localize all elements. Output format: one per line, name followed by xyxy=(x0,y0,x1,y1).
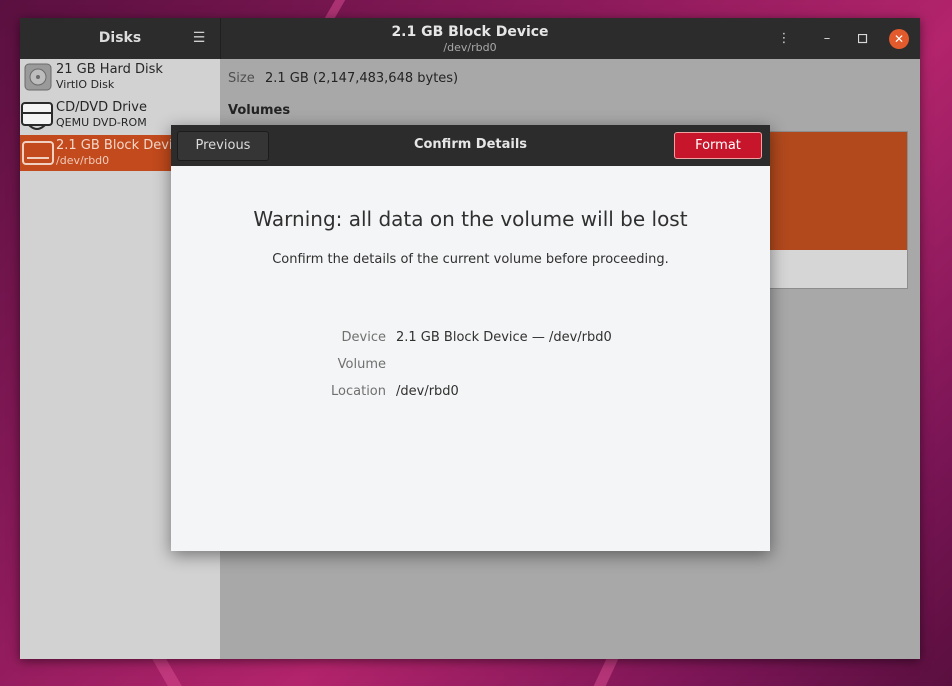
disk-name: 21 GB Hard Disk xyxy=(56,62,163,77)
sidebar-item-hard-disk[interactable]: 21 GB Hard Disk VirtIO Disk xyxy=(20,59,220,95)
disk-description: QEMU DVD-ROM xyxy=(56,116,147,129)
format-button[interactable]: Format xyxy=(674,132,762,159)
volume-map xyxy=(770,131,908,289)
volumes-heading: Volumes xyxy=(228,103,291,118)
warning-heading: Warning: all data on the volume will be … xyxy=(253,207,688,231)
disk-name: CD/DVD Drive xyxy=(56,100,147,115)
location-label: Location xyxy=(331,384,386,399)
hard-disk-icon xyxy=(24,63,52,91)
device-label: Device xyxy=(341,330,386,345)
sidebar-header: Disks ☰ xyxy=(20,18,221,59)
format-confirm-dialog: Previous Confirm Details Format Warning:… xyxy=(171,125,770,551)
wallpaper-streak xyxy=(152,659,182,686)
kebab-menu-icon[interactable]: ⋮ xyxy=(775,30,793,48)
hamburger-menu-icon[interactable]: ☰ xyxy=(190,30,208,46)
size-label: Size xyxy=(228,71,255,86)
close-icon[interactable]: ✕ xyxy=(889,29,909,49)
minimize-icon[interactable]: – xyxy=(818,30,836,48)
volume-label: Volume xyxy=(337,357,386,372)
maximize-icon[interactable] xyxy=(854,30,872,48)
location-value: /dev/rbd0 xyxy=(396,384,459,399)
previous-button[interactable]: Previous xyxy=(177,131,269,161)
volume-segment[interactable] xyxy=(770,132,907,250)
disk-description: VirtIO Disk xyxy=(56,78,115,91)
dialog-header: Previous Confirm Details Format xyxy=(171,125,770,166)
wallpaper-streak xyxy=(324,0,346,18)
block-device-icon xyxy=(22,139,54,167)
header-bar: Disks ☰ 2.1 GB Block Device /dev/rbd0 ⋮ … xyxy=(20,18,920,59)
disk-description: /dev/rbd0 xyxy=(56,154,110,167)
size-value: 2.1 GB (2,147,483,648 bytes) xyxy=(265,71,459,86)
warning-description: Confirm the details of the current volum… xyxy=(272,252,669,267)
device-value: 2.1 GB Block Device — /dev/rbd0 xyxy=(396,330,612,345)
optical-drive-icon xyxy=(21,101,53,130)
window-subtitle: /dev/rbd0 xyxy=(443,41,497,54)
dialog-title: Confirm Details xyxy=(413,137,528,152)
wallpaper-streak xyxy=(593,659,619,686)
window-title: 2.1 GB Block Device xyxy=(391,24,549,40)
